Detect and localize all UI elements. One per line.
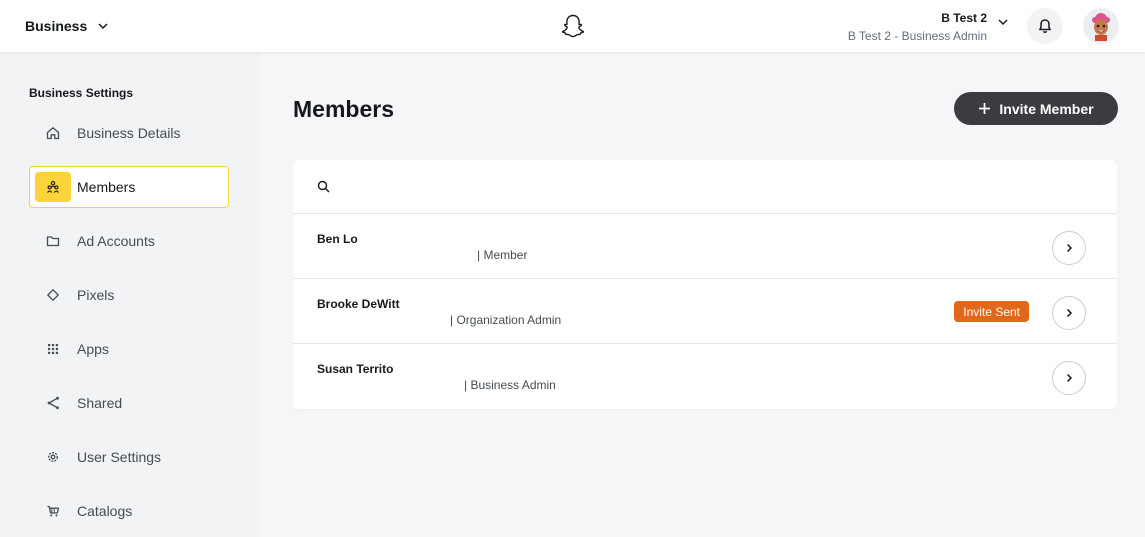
sidebar-item-label: Apps [77,341,109,357]
sidebar-item-label: Shared [77,395,123,411]
member-row-brooke-dewitt[interactable]: Brooke DeWitt | Organization Admin Invit… [293,279,1117,344]
business-switcher[interactable]: Business [25,16,109,36]
sidebar-item-label: Business Details [77,125,181,141]
chevron-right-icon [1066,308,1073,318]
sidebar-item-label: Members [77,179,136,195]
business-label: Business [25,18,88,34]
sidebar-item-apps[interactable]: Apps [29,328,229,370]
bell-icon [1039,19,1051,33]
chevron-right-icon [1066,243,1073,253]
grid-icon [48,344,58,354]
bitmoji-avatar[interactable] [1083,8,1119,44]
member-name: Brooke DeWitt [317,297,400,311]
share-icon [47,396,59,410]
sidebar: Business Settings Business Details Membe… [0,52,261,537]
open-member-button[interactable] [1052,296,1086,330]
gear-icon [48,452,58,462]
plus-icon [979,103,991,114]
diamond-icon [47,289,59,301]
sidebar-heading: Business Settings [29,86,134,100]
sidebar-item-user-settings[interactable]: User Settings [29,436,229,478]
chevron-right-icon [1066,373,1073,383]
open-member-button[interactable] [1052,361,1086,395]
folder-icon [46,236,60,247]
member-row-ben-lo[interactable]: Ben Lo | Member [293,214,1117,279]
user-name: B Test 2 [941,11,987,25]
invite-member-button[interactable]: Invite Member [954,92,1118,125]
page-title: Members [293,96,394,122]
notifications-button[interactable] [1027,8,1063,44]
invite-member-label: Invite Member [999,100,1094,117]
members-card: Ben Lo | Member Brooke DeWitt | Organiza… [293,160,1117,409]
status-badge: Invite Sent [954,301,1029,322]
search-input[interactable] [340,171,1080,202]
chevron-down-icon [98,23,108,30]
account-menu[interactable]: B Test 2 B Test 2 - Business Admin [848,11,987,44]
member-name: Ben Lo [317,232,358,246]
sidebar-item-members[interactable]: Members [29,166,229,208]
top-bar: Business B Test 2 B Test 2 - Business Ad… [0,0,1145,52]
snapchat-ghost-icon[interactable] [560,13,586,39]
sidebar-item-label: Ad Accounts [77,233,155,249]
open-member-button[interactable] [1052,231,1086,265]
sidebar-item-label: Catalogs [77,503,133,519]
sidebar-item-business-details[interactable]: Business Details [29,112,229,154]
sidebar-item-shared[interactable]: Shared [29,382,229,424]
members-icon [47,181,59,193]
member-name: Susan Territo [317,362,394,376]
search-icon [317,180,330,193]
sidebar-item-label: User Settings [77,449,162,465]
search-bar [293,160,1117,214]
avatar-icon [1092,13,1110,41]
sidebar-item-pixels[interactable]: Pixels [29,274,229,316]
home-icon [46,127,60,140]
member-role: | Organization Admin [450,313,562,327]
main-content: Members Invite Member Ben Lo | Member Br… [261,52,1145,537]
member-role: | Member [477,248,528,262]
member-row-susan-territo[interactable]: Susan Territo | Business Admin [293,344,1117,409]
sidebar-item-label: Pixels [77,287,115,303]
cart-icon [47,505,60,517]
sidebar-item-catalogs[interactable]: Catalogs [29,490,229,532]
user-role: B Test 2 - Business Admin [847,29,987,43]
member-role: | Business Admin [464,378,556,392]
sidebar-item-ad-accounts[interactable]: Ad Accounts [29,220,229,262]
chevron-down-icon[interactable] [997,16,1009,28]
